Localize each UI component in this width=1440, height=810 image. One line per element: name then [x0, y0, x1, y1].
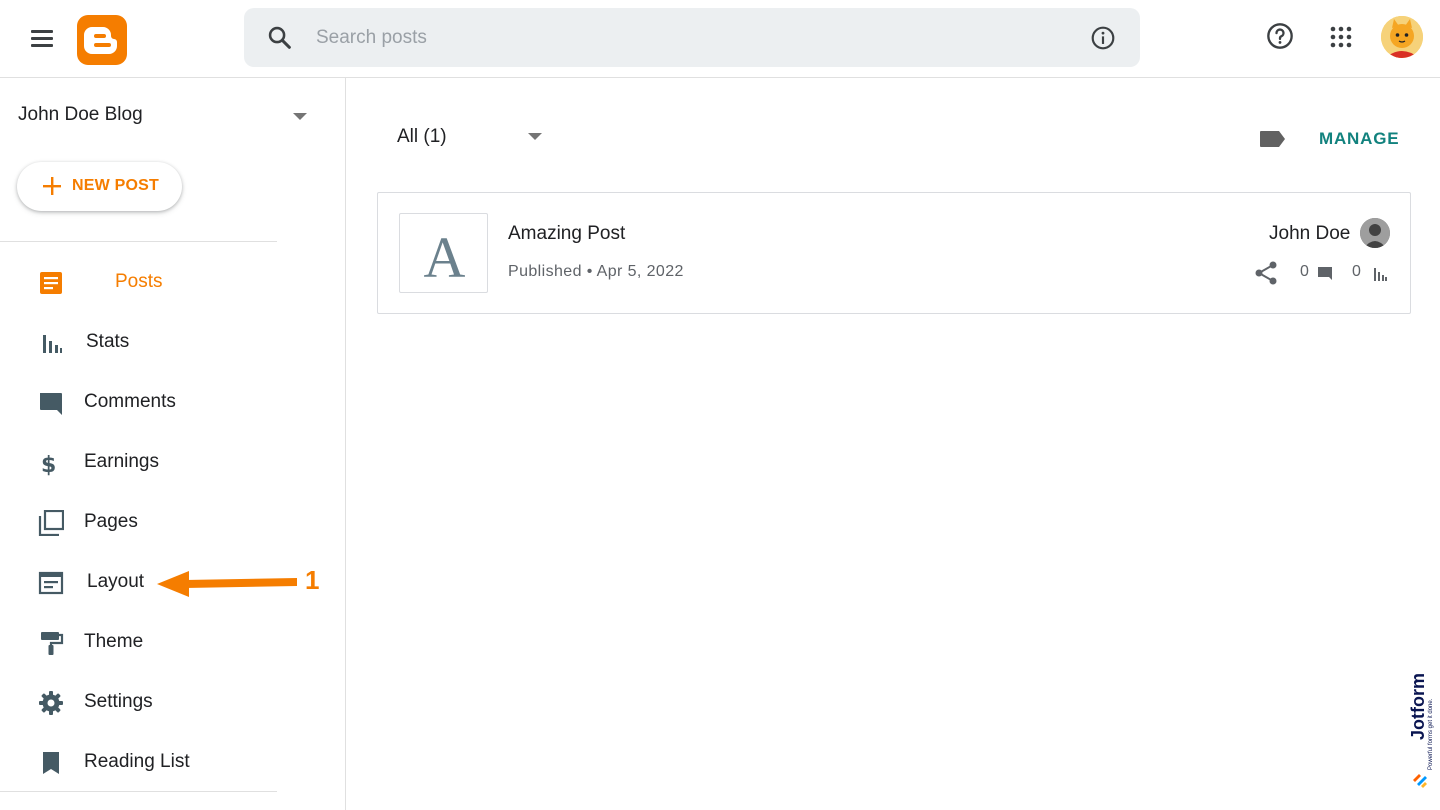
sidebar-item-earnings[interactable]: $ Earnings [0, 438, 300, 488]
manage-labels-button[interactable]: MANAGE [1319, 129, 1399, 149]
new-post-button[interactable]: NEW POST [17, 162, 182, 211]
jotform-logo-icon [1413, 774, 1427, 788]
paint-roller-icon [41, 632, 64, 655]
sidebar-item-posts[interactable]: Posts [0, 258, 300, 308]
post-thumbnail-letter: A [423, 225, 466, 290]
sidebar-item-reading-list[interactable]: Reading List [0, 738, 300, 788]
sidebar-divider [0, 241, 277, 242]
filter-dropdown-icon[interactable] [528, 133, 542, 140]
plus-icon [43, 177, 61, 195]
share-icon[interactable] [1253, 260, 1279, 286]
sidebar-item-theme[interactable]: Theme [0, 618, 300, 668]
info-icon[interactable] [1090, 25, 1116, 51]
layout-icon [38, 571, 64, 595]
blog-selector-label[interactable]: John Doe Blog [18, 104, 143, 126]
sidebar-item-label: Theme [84, 631, 144, 652]
sidebar-item-comments[interactable]: Comments [0, 378, 300, 428]
new-post-label: NEW POST [72, 177, 159, 194]
sidebar-item-label: Stats [86, 331, 130, 352]
comments-count: 0 [1300, 263, 1309, 280]
jotform-tagline: Powerful forms get it done. [1428, 698, 1434, 770]
stats-icon [43, 335, 62, 353]
comment-count-icon [1318, 267, 1332, 280]
blogger-logo[interactable] [77, 15, 127, 65]
sidebar-item-label: Posts [115, 271, 163, 292]
bookmark-icon [43, 752, 59, 774]
hamburger-menu-icon[interactable] [28, 24, 56, 52]
post-author: John Doe [1269, 223, 1351, 244]
sidebar-item-settings[interactable]: Settings [0, 678, 300, 728]
svg-text:$: $ [41, 453, 56, 476]
apps-grid-icon[interactable] [1329, 25, 1353, 49]
posts-icon [40, 272, 62, 294]
sidebar-item-label: Reading List [84, 751, 190, 772]
annotation-step-number: 1 [305, 565, 320, 595]
sidebar-item-label: Comments [84, 391, 176, 412]
jotform-watermark: Jotform Powerful forms get it done. [1406, 673, 1440, 800]
pages-icon [38, 510, 64, 536]
sidebar-item-label: Earnings [84, 451, 159, 472]
blog-selector-dropdown-icon[interactable] [293, 113, 307, 120]
sidebar-item-stats[interactable]: Stats [0, 318, 300, 368]
post-status-date: Published • Apr 5, 2022 [508, 263, 684, 280]
gear-icon [39, 691, 63, 715]
top-app-bar [0, 0, 1440, 78]
views-count: 0 [1352, 263, 1361, 280]
search-bar [244, 8, 1140, 67]
help-icon[interactable] [1266, 22, 1294, 50]
sidebar-divider [0, 791, 277, 792]
search-input[interactable] [316, 8, 1076, 67]
annotation-arrow [157, 571, 297, 597]
search-icon[interactable] [266, 24, 294, 52]
post-title[interactable]: Amazing Post [508, 223, 625, 245]
jotform-brand: Jotform [1408, 673, 1428, 740]
comments-icon [40, 393, 62, 415]
account-avatar[interactable] [1381, 16, 1423, 58]
views-stats-icon [1374, 268, 1387, 281]
sidebar-item-label: Layout [87, 571, 145, 592]
sidebar-item-label: Pages [84, 511, 138, 532]
dollar-icon: $ [41, 453, 56, 476]
sidebar: John Doe Blog NEW POST Posts Stats Comme… [0, 78, 346, 810]
author-avatar [1360, 218, 1390, 248]
sidebar-item-label: Settings [84, 691, 153, 712]
post-filter-dropdown[interactable]: All (1) [397, 126, 447, 148]
label-icon[interactable] [1259, 129, 1287, 149]
post-list-item[interactable]: A Amazing Post Published • Apr 5, 2022 J… [377, 192, 1411, 314]
post-thumbnail: A [399, 213, 488, 293]
sidebar-item-pages[interactable]: Pages [0, 498, 300, 548]
